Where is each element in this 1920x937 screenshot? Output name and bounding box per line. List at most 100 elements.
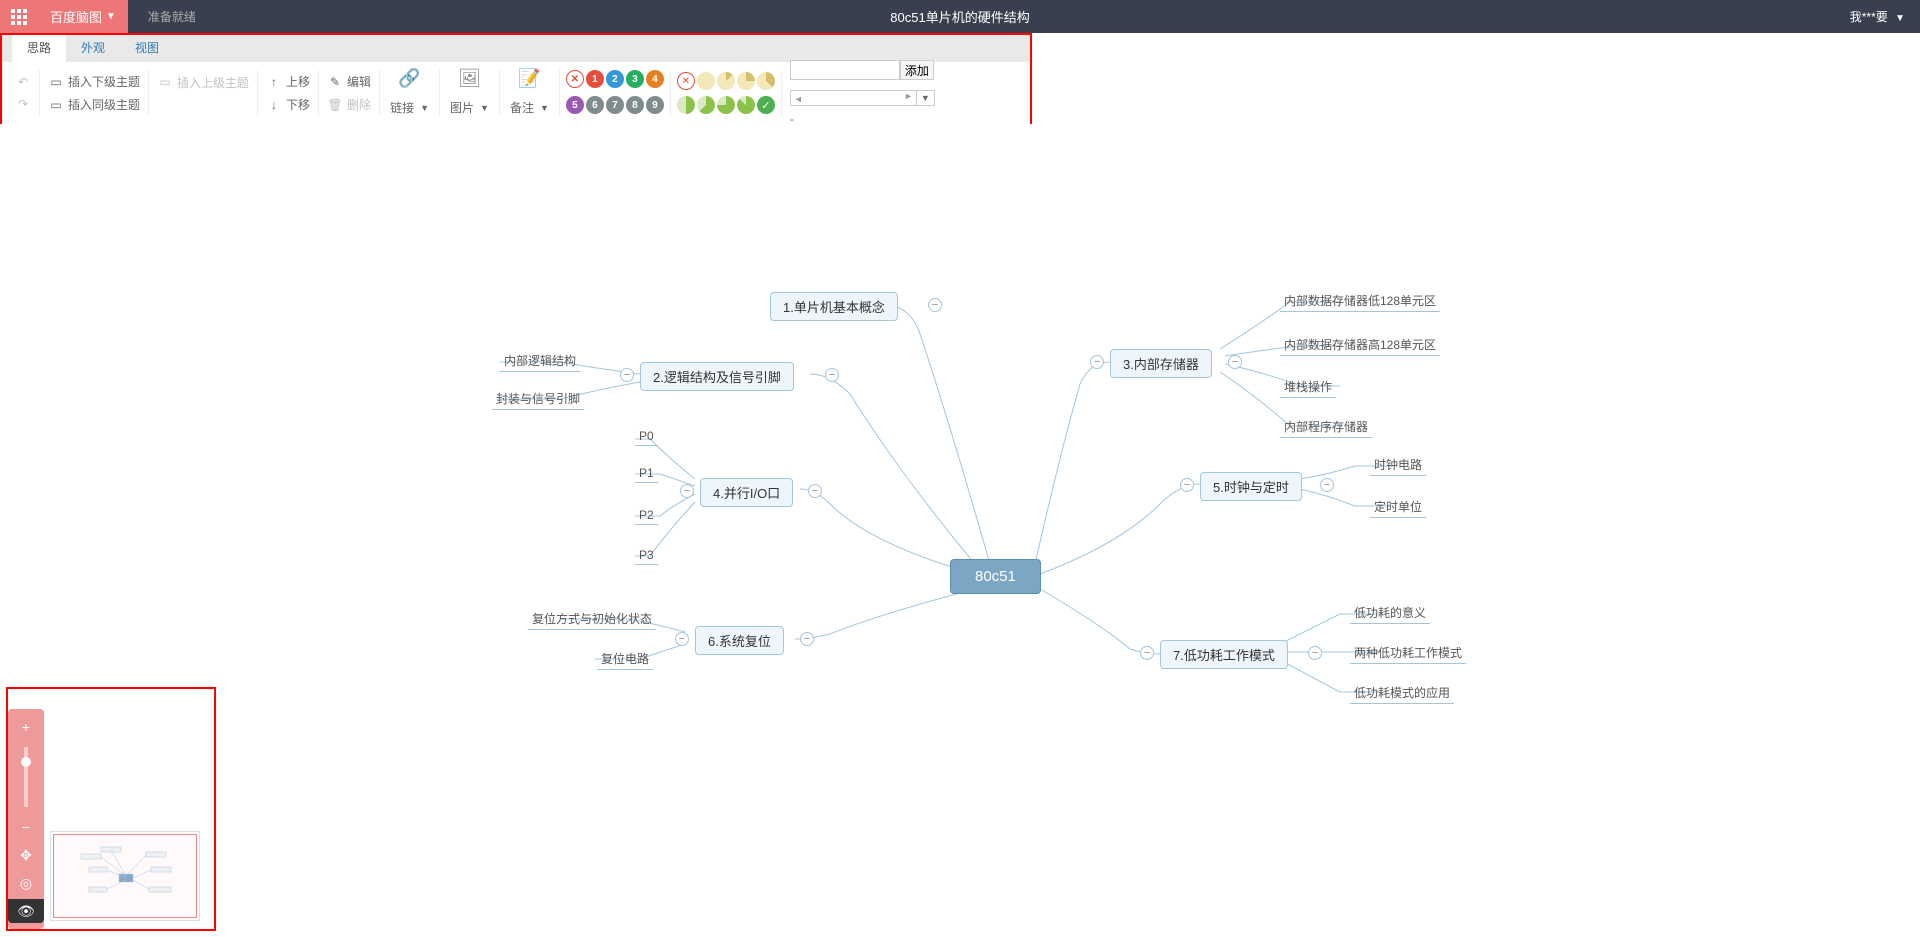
node-6[interactable]: 6.系统复位 [695, 626, 784, 655]
chevron-down-icon[interactable]: ▼ [916, 91, 934, 105]
node-3[interactable]: 3.内部存储器 [1110, 349, 1212, 378]
brand-menu[interactable]: 百度脑图 ▼ [38, 0, 128, 33]
leaf-2-0[interactable]: 内部逻辑结构 [500, 350, 580, 372]
progress-1[interactable] [717, 72, 735, 90]
progress-5[interactable] [697, 96, 715, 114]
preview-toggle[interactable]: 👁 [8, 899, 44, 923]
leaf-3-3[interactable]: 内部程序存储器 [1280, 416, 1372, 438]
node-2[interactable]: 2.逻辑结构及信号引脚 [640, 362, 794, 391]
undo-icon: ↶ [15, 74, 31, 90]
leaf-4-2[interactable]: P2 [635, 506, 658, 525]
priority-7[interactable]: 7 [606, 96, 624, 114]
leaf-7-1[interactable]: 两种低功耗工作模式 [1350, 642, 1466, 664]
priority-2[interactable]: 2 [606, 70, 624, 88]
priority-group: ✕ 1 2 3 4 5 6 7 8 9 [560, 70, 671, 116]
delete-button[interactable]: 🗑删除 [327, 96, 371, 113]
redo-icon: ↷ [15, 96, 31, 112]
leaf-4-0[interactable]: P0 [635, 427, 658, 446]
leaf-2-1[interactable]: 封装与信号引脚 [492, 388, 584, 410]
toggle-2l[interactable]: − [620, 368, 634, 382]
tag-input[interactable] [790, 60, 900, 80]
edit-button[interactable]: ✎编辑 [327, 73, 371, 90]
progress-4[interactable] [677, 96, 695, 114]
insert-parent-button[interactable]: ▭插入上级主题 [157, 74, 249, 91]
move-down-button[interactable]: ↓下移 [266, 96, 310, 113]
tag-add-button[interactable]: 添加 [900, 60, 934, 80]
redo-button[interactable]: ↷ [15, 96, 31, 112]
root-node[interactable]: 80c51 [950, 559, 1041, 594]
priority-4[interactable]: 4 [646, 70, 664, 88]
toggle-7l[interactable]: − [1140, 646, 1154, 660]
priority-3[interactable]: 3 [626, 70, 644, 88]
zoom-slider[interactable] [24, 747, 28, 807]
note-button[interactable]: 备注▼ [510, 99, 549, 116]
leaf-6-1[interactable]: 复位电路 [597, 648, 653, 670]
pan-button[interactable]: ✥ [14, 843, 38, 867]
tag-select[interactable]: ◄► ▼ [790, 90, 935, 106]
priority-1[interactable]: 1 [586, 70, 604, 88]
zoom-out-button[interactable]: − [14, 815, 38, 839]
leaf-5-0[interactable]: 时钟电路 [1370, 454, 1426, 476]
undo-button[interactable]: ↶ [15, 74, 31, 90]
minimap-viewport[interactable] [53, 834, 197, 918]
insert-sibling-button[interactable]: ▭插入同级主题 [48, 96, 140, 113]
insert-child-button[interactable]: ▭插入下级主题 [48, 73, 140, 90]
progress-clear[interactable]: ✕ [677, 72, 695, 90]
chevron-down-icon: ▼ [106, 11, 116, 22]
toggle-4l[interactable]: − [680, 484, 694, 498]
leaf-3-1[interactable]: 内部数据存储器高128单元区 [1280, 334, 1440, 356]
zoom-thumb[interactable] [21, 757, 31, 767]
toggle-3l[interactable]: − [1090, 355, 1104, 369]
node-5[interactable]: 5.时钟与定时 [1200, 472, 1302, 501]
leaf-3-0[interactable]: 内部数据存储器低128单元区 [1280, 290, 1440, 312]
node-4[interactable]: 4.并行I/O口 [700, 478, 793, 507]
toggle-5r[interactable]: − [1320, 478, 1334, 492]
tab-idea[interactable]: 思路 [12, 35, 66, 62]
minimap[interactable] [50, 831, 200, 921]
progress-2[interactable] [737, 72, 755, 90]
priority-5[interactable]: 5 [566, 96, 584, 114]
leaf-6-0[interactable]: 复位方式与初始化状态 [528, 608, 656, 630]
image-button[interactable]: 图片▼ [450, 99, 489, 116]
tab-view[interactable]: 视图 [120, 35, 174, 62]
tab-appearance[interactable]: 外观 [66, 35, 120, 62]
node-7[interactable]: 7.低功耗工作模式 [1160, 640, 1288, 669]
leaf-3-2[interactable]: 堆栈操作 [1280, 376, 1336, 398]
image-icon[interactable]: 🖼 [461, 70, 477, 86]
toggle-7r[interactable]: − [1308, 646, 1322, 660]
priority-clear[interactable]: ✕ [566, 70, 584, 88]
link-button[interactable]: 链接▼ [390, 99, 429, 116]
zoom-in-button[interactable]: + [14, 715, 38, 739]
toggle-2r[interactable]: − [825, 368, 839, 382]
toggle-4r[interactable]: − [808, 484, 822, 498]
toggle-6l[interactable]: − [675, 632, 689, 646]
toggle-1[interactable]: − [928, 298, 942, 312]
mindmap-canvas[interactable]: 80c51 1.单片机基本概念 − 2.逻辑结构及信号引脚 − − 内部逻辑结构… [0, 124, 1920, 937]
leaf-7-0[interactable]: 低功耗的意义 [1350, 602, 1430, 624]
leaf-4-1[interactable]: P1 [635, 464, 658, 483]
toolbar-panel: 思路 外观 视图 ↶ ↷ ▭插入下级主题 ▭插入同级主题 ▭插入上级主题 ↑上移… [0, 33, 1032, 126]
progress-done[interactable]: ✓ [757, 96, 775, 114]
node-1[interactable]: 1.单片机基本概念 [770, 292, 898, 321]
leaf-4-3[interactable]: P3 [635, 546, 658, 565]
priority-9[interactable]: 9 [646, 96, 664, 114]
user-menu[interactable]: 我***要 ▼ [1850, 8, 1905, 25]
note-icon[interactable]: 📝 [521, 70, 537, 86]
progress-3[interactable] [757, 72, 775, 90]
priority-6[interactable]: 6 [586, 96, 604, 114]
toggle-5l[interactable]: − [1180, 478, 1194, 492]
leaf-5-1[interactable]: 定时单位 [1370, 496, 1426, 518]
tag-select-body: ◄► [791, 91, 916, 105]
link-icon[interactable]: 🔗 [402, 70, 418, 86]
move-up-button[interactable]: ↑上移 [266, 73, 310, 90]
apps-menu-button[interactable] [0, 0, 38, 33]
progress-7[interactable] [737, 96, 755, 114]
locate-button[interactable]: ◎ [14, 871, 38, 895]
toggle-3r[interactable]: − [1228, 355, 1242, 369]
toggle-6r[interactable]: − [800, 632, 814, 646]
arrow-down-icon: ↓ [266, 97, 282, 113]
leaf-7-2[interactable]: 低功耗模式的应用 [1350, 682, 1454, 704]
priority-8[interactable]: 8 [626, 96, 644, 114]
progress-0[interactable] [697, 72, 715, 90]
progress-6[interactable] [717, 96, 735, 114]
